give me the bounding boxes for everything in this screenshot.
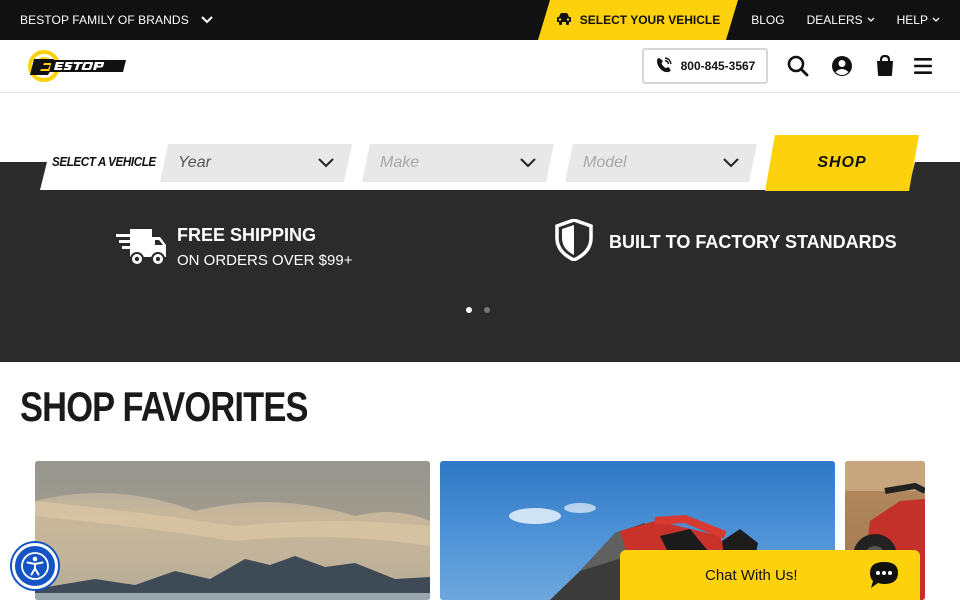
factory-standards-feature: BUILT TO FACTORY STANDARDS xyxy=(609,232,897,253)
free-shipping-subtitle: ON ORDERS OVER $99+ xyxy=(177,252,353,269)
family-of-brands-label: BESTOP FAMILY OF BRANDS xyxy=(20,13,189,27)
select-your-vehicle-label: SELECT YOUR VEHICLE xyxy=(579,13,721,27)
search-icon[interactable] xyxy=(786,54,810,78)
page: BESTOP FAMILY OF BRANDS SELECT YOUR VEHI… xyxy=(0,0,960,600)
accessibility-button[interactable] xyxy=(12,543,58,589)
bestop-logo[interactable] xyxy=(28,48,130,84)
make-select[interactable]: Make xyxy=(362,144,554,182)
shipping-truck-icon xyxy=(116,226,168,268)
select-a-vehicle-label: SELECT A VEHICLE xyxy=(52,154,156,169)
hamburger-menu-icon[interactable] xyxy=(911,54,935,78)
dealers-label: DEALERS xyxy=(806,13,863,27)
carousel-dot-1[interactable] xyxy=(466,307,472,313)
torn-edge-divider xyxy=(0,330,960,352)
year-select[interactable]: Year xyxy=(160,144,352,182)
model-select-value: Model xyxy=(583,154,627,171)
top-links: BLOG DEALERS HELP xyxy=(751,0,940,40)
chevron-down-icon xyxy=(201,13,213,27)
dealers-link[interactable]: DEALERS xyxy=(807,13,875,27)
model-select[interactable]: Model xyxy=(565,144,757,182)
shop-button[interactable]: SHOP xyxy=(765,135,919,191)
chat-widget[interactable]: Chat With Us! xyxy=(620,550,920,600)
accessibility-icon xyxy=(21,552,49,580)
chevron-down-icon xyxy=(867,17,875,22)
help-label: HELP xyxy=(896,13,928,27)
family-of-brands-menu[interactable]: BESTOP FAMILY OF BRANDS xyxy=(20,0,213,40)
chevron-down-icon xyxy=(723,158,739,168)
chevron-down-icon xyxy=(318,158,334,168)
phone-icon xyxy=(655,56,673,77)
phone-number-button[interactable]: 800-845-3567 xyxy=(642,48,768,84)
factory-standards-title: BUILT TO FACTORY STANDARDS xyxy=(609,232,897,252)
select-your-vehicle-button[interactable]: SELECT YOUR VEHICLE xyxy=(538,0,738,40)
main-header: 800-845-3567 xyxy=(0,40,960,93)
chevron-down-icon xyxy=(932,17,940,22)
top-bar: BESTOP FAMILY OF BRANDS SELECT YOUR VEHI… xyxy=(0,0,960,40)
chevron-down-icon xyxy=(520,158,536,168)
free-shipping-title: FREE SHIPPING xyxy=(177,225,317,245)
account-icon[interactable] xyxy=(830,54,854,78)
car-icon xyxy=(556,12,572,29)
shop-button-label: SHOP xyxy=(817,154,867,171)
shield-icon xyxy=(555,218,593,262)
blog-link[interactable]: BLOG xyxy=(751,13,784,27)
chat-label: Chat With Us! xyxy=(705,566,798,584)
shop-favorites-heading: SHOP FAVORITES xyxy=(20,383,309,430)
help-link[interactable]: HELP xyxy=(897,13,940,27)
blog-label: BLOG xyxy=(751,13,785,27)
carousel-dot-2[interactable] xyxy=(484,307,490,313)
phone-number-label: 800-845-3567 xyxy=(680,59,756,73)
carousel-dots xyxy=(466,307,490,313)
shopping-bag-icon[interactable] xyxy=(873,54,897,78)
favorite-card-1[interactable] xyxy=(35,461,430,600)
chat-bubble-icon xyxy=(868,560,900,590)
landscape-image xyxy=(35,461,430,600)
make-select-value: Make xyxy=(380,154,420,171)
year-select-value: Year xyxy=(178,154,211,171)
free-shipping-feature: FREE SHIPPING ON ORDERS OVER $99+ xyxy=(177,225,352,269)
